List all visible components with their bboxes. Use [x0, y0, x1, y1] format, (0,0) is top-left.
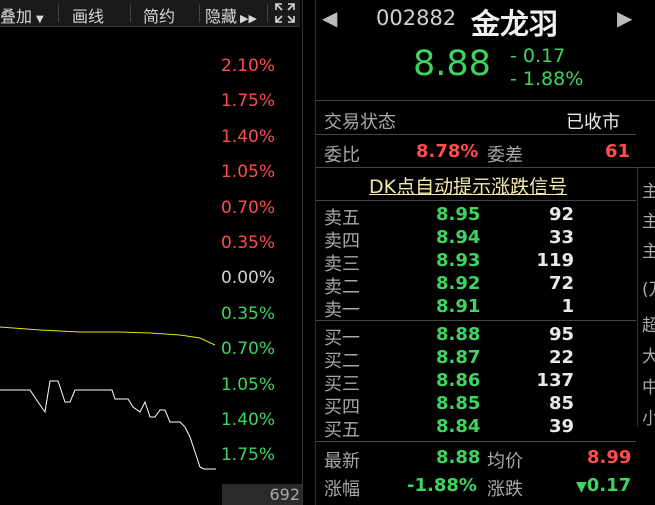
- divider: [316, 320, 636, 321]
- side-item-label: 超: [642, 316, 655, 336]
- weicha-label: 委差: [487, 145, 523, 166]
- toolbar-divider: [267, 4, 268, 22]
- level-volume: 39: [548, 416, 574, 437]
- hide-label: 隐藏: [205, 7, 238, 26]
- level-volume: 92: [548, 204, 574, 225]
- prev-stock-arrow-icon[interactable]: ◀: [322, 6, 337, 30]
- intraday-chart[interactable]: 2.10% 1.75% 1.40% 1.05% 0.70% 0.35% 0.00% 0.35%…: [0, 27, 300, 505]
- side-item-label: (万: [642, 280, 655, 300]
- percent-tick-label: 1.05%: [220, 374, 275, 395]
- level-price: 8.93: [436, 250, 481, 271]
- volume-value: 692: [269, 485, 300, 504]
- change-value: ▼0.17: [576, 475, 631, 496]
- change-label: 涨跌: [487, 479, 523, 500]
- weibi-label: 委比: [324, 145, 360, 166]
- draw-line-button[interactable]: 画线: [72, 3, 104, 27]
- average-price-line: [0, 326, 216, 346]
- side-item-label: 主: [642, 212, 655, 232]
- next-stock-arrow-icon[interactable]: ▶: [617, 6, 632, 30]
- side-item-label: 中: [642, 378, 655, 398]
- hide-button[interactable]: 隐藏 ▶▶: [205, 3, 257, 27]
- level-volume: 72: [548, 273, 574, 294]
- level-price: 8.85: [436, 393, 481, 414]
- weibi-value: 8.78%: [416, 141, 479, 162]
- percent-tick-label: 0.35%: [220, 233, 275, 253]
- divider: [316, 441, 636, 442]
- side-item-label: 大: [642, 347, 655, 367]
- side-item-label: 主: [642, 182, 655, 202]
- overlay-label: 叠加: [0, 7, 33, 26]
- level-volume: 137: [536, 370, 574, 391]
- weicha-value: 61: [605, 141, 631, 162]
- change-pct-label: 涨幅: [324, 479, 360, 500]
- toolbar-divider: [130, 4, 131, 22]
- divider: [316, 134, 636, 135]
- down-triangle-icon: ▼: [576, 479, 587, 495]
- percent-tick-label: 0.70%: [220, 197, 275, 218]
- percent-tick-label: 0.00%: [220, 268, 275, 289]
- divider: [316, 200, 636, 201]
- level-price: 8.95: [436, 204, 481, 225]
- level-label: 买五: [324, 420, 360, 441]
- change-pct-value: -1.88%: [407, 475, 477, 496]
- percent-tick-label: 1.05%: [220, 162, 275, 183]
- percent-tick-label: 1.40%: [220, 126, 275, 147]
- stock-code: 002882: [376, 6, 457, 30]
- dropdown-arrow-icon: ▼: [36, 14, 44, 25]
- percent-tick-label: 0.35%: [220, 303, 275, 324]
- trade-status-label: 交易状态: [324, 112, 396, 133]
- percent-tick-label: 2.10%: [220, 56, 275, 76]
- side-item-label: 主: [642, 242, 655, 262]
- level-volume: 22: [548, 347, 574, 368]
- percent-tick-label: 1.40%: [220, 410, 275, 430]
- simple-mode-button[interactable]: 简约: [143, 3, 175, 27]
- level-price: 8.87: [436, 347, 481, 368]
- latest-label: 最新: [324, 451, 360, 472]
- latest-value: 8.88: [436, 447, 481, 468]
- level-volume: 119: [536, 250, 574, 271]
- current-price: 8.88: [413, 44, 491, 84]
- dk-signal-link[interactable]: DK点自动提示涨跌信号: [369, 172, 567, 199]
- price-change-pct: - 1.88%: [510, 68, 584, 90]
- level-price: 8.92: [436, 273, 481, 294]
- stock-name: 金龙羽: [471, 7, 559, 41]
- divider: [637, 167, 638, 427]
- level-price: 8.84: [436, 416, 481, 437]
- avg-price-label: 均价: [487, 451, 523, 472]
- divider: [315, 0, 316, 505]
- toolbar-divider: [58, 4, 59, 22]
- avg-price-value: 8.99: [587, 447, 632, 468]
- side-item-label: 小: [642, 409, 655, 429]
- level-volume: 85: [548, 393, 574, 414]
- level-volume: 95: [548, 324, 574, 345]
- level-volume: 1: [561, 296, 574, 317]
- percent-tick-label: 1.75%: [220, 91, 275, 112]
- expand-icon[interactable]: [274, 2, 296, 28]
- level-price: 8.86: [436, 370, 481, 391]
- percent-tick-label: 0.70%: [220, 339, 275, 360]
- percent-tick-label: 1.75%: [220, 445, 275, 466]
- divider: [302, 0, 303, 505]
- level-volume: 33: [548, 227, 574, 248]
- divider: [316, 100, 655, 101]
- level-price: 8.91: [436, 296, 481, 317]
- change-value-text: 0.17: [586, 475, 632, 496]
- chart-toolbar: 叠加 ▼ 画线 简约 隐藏 ▶▶: [0, 0, 300, 27]
- double-chevron-right-icon: ▶▶: [240, 12, 257, 25]
- level-label: 卖一: [324, 300, 360, 321]
- level-price: 8.94: [436, 227, 481, 248]
- price-line: [0, 380, 216, 470]
- divider: [316, 167, 655, 168]
- toolbar-divider: [199, 4, 200, 22]
- level-price: 8.88: [436, 324, 481, 345]
- overlay-button[interactable]: 叠加 ▼: [0, 3, 44, 27]
- price-change: - 0.17: [510, 45, 566, 67]
- trade-status-value: 已收市: [566, 112, 620, 133]
